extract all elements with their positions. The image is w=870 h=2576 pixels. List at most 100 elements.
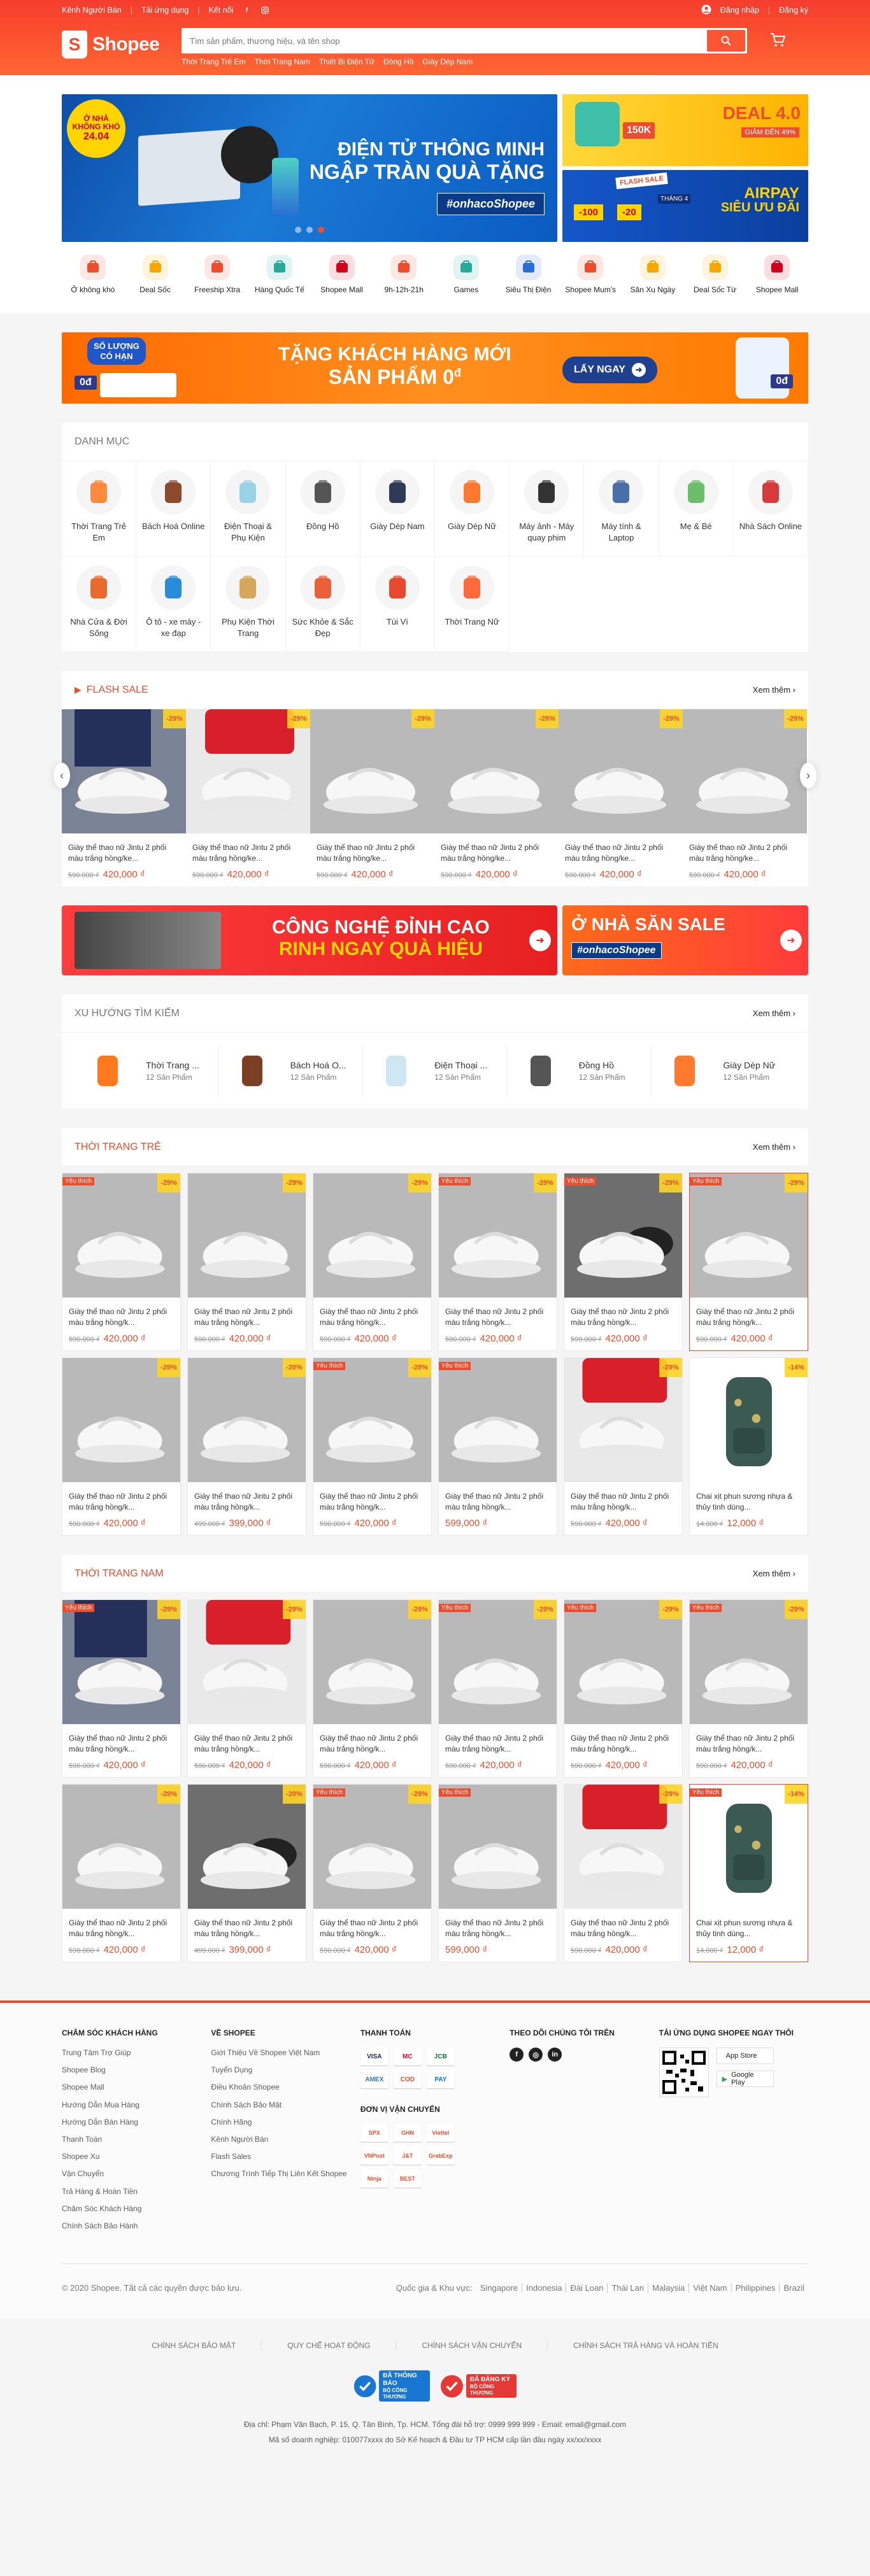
product-card[interactable]: -29% Giày thể thao nữ Jintu 2 phối màu tr…: [313, 1599, 432, 1778]
policy-link[interactable]: QUY CHẾ HOẠT ĐỘNG: [262, 2341, 397, 2351]
quicklink-item[interactable]: 9h-12h-21h: [373, 255, 435, 294]
product-card[interactable]: -29% Yêu thích Giày thể thao nữ Jintu 2 ph…: [438, 1173, 557, 1351]
product-card[interactable]: -29% Giày thể thao nữ Jintu 2 phối màu tr…: [187, 1173, 306, 1351]
google-play-button[interactable]: ▶ Google Play: [716, 2070, 774, 2087]
airpay-banner[interactable]: FLASH SALE -100 -20 THÁNG 4 AIRPAY SIÊU …: [562, 170, 808, 242]
quicklink-item[interactable]: Siêu Thị Điện: [497, 255, 560, 294]
women-see-all-link[interactable]: Xem thêm ›: [753, 1142, 795, 1152]
category-item[interactable]: Máy ảnh - Máy quay phim: [510, 461, 585, 556]
product-card[interactable]: -29% Giày thể thao nữ Jintu 2 phối màu tr…: [564, 1784, 683, 1962]
country-link[interactable]: Brazil: [780, 2283, 808, 2293]
product-card[interactable]: -29% Yêu thích Giày thể thao nữ Jintu 2 ph…: [62, 1599, 181, 1778]
product-card[interactable]: -29% Yêu thích Giày thể thao nữ Jintu 2 ph…: [564, 1173, 683, 1351]
footer-link[interactable]: Kênh Người Bán: [211, 2134, 351, 2144]
footer-link[interactable]: Hướng Dẫn Bán Hàng: [62, 2117, 202, 2127]
trend-item[interactable]: Giày Dép Nữ 12 Sản Phẩm: [652, 1045, 795, 1096]
app-store-button[interactable]: App Store: [716, 2048, 774, 2064]
quicklink-item[interactable]: Săn Xu Ngày: [622, 255, 684, 294]
footer-link[interactable]: Shopee Xu: [62, 2151, 202, 2162]
category-item[interactable]: Bách Hoá Online: [136, 461, 211, 556]
trend-item[interactable]: Đồng Hồ 12 Sản Phẩm: [508, 1045, 652, 1096]
product-card[interactable]: -29% Giày thể thao nữ Jintu 2 phối màu tr…: [62, 709, 186, 886]
product-card[interactable]: -14% Chai xịt phun sương nhựa & thủy tinh…: [689, 1357, 808, 1536]
instagram-icon[interactable]: [260, 6, 269, 15]
product-card[interactable]: -20% Giày thể thao nữ Jintu 2 phối màu tr…: [187, 1784, 306, 1962]
product-card[interactable]: Yêu thích Giày thể thao nữ Jintu 2 phối m…: [438, 1784, 557, 1962]
quicklink-item[interactable]: Shopee Mall: [746, 255, 808, 294]
product-card[interactable]: -29% Giày thể thao nữ Jintu 2 phối màu tr…: [559, 709, 683, 886]
shopee-logo[interactable]: S Shopee: [62, 31, 178, 59]
category-item[interactable]: Nhà Cửa & Đời Sống: [62, 556, 137, 652]
carousel-dot-active[interactable]: [318, 227, 324, 233]
hotword-link[interactable]: Thời Trang Nam: [255, 57, 310, 66]
product-card[interactable]: -29% Giày thể thao nữ Jintu 2 phối màu tr…: [683, 709, 807, 886]
product-card[interactable]: -29% Giày thể thao nữ Jintu 2 phối màu tr…: [564, 1357, 683, 1536]
category-item[interactable]: Sức Khỏe & Sắc Đẹp: [285, 556, 360, 652]
country-link[interactable]: Thái Lan: [608, 2283, 649, 2293]
product-card[interactable]: -29% Yêu thích Giày thể thao nữ Jintu 2 ph…: [438, 1599, 557, 1778]
footer-link[interactable]: Tuyển Dụng: [211, 2065, 351, 2075]
next-arrow-button[interactable]: ›: [800, 763, 817, 788]
category-item[interactable]: Giày Dép Nữ: [434, 461, 510, 556]
carousel-dot[interactable]: [295, 227, 301, 233]
login-link[interactable]: Đăng nhập: [720, 6, 759, 15]
product-card[interactable]: -29% Yêu thích Giày thể thao nữ Jintu 2 ph…: [313, 1784, 432, 1962]
footer-link[interactable]: Điều Khoản Shopee: [211, 2082, 351, 2092]
category-item[interactable]: Túi Ví: [360, 556, 435, 652]
category-item[interactable]: Mẹ & Bé: [659, 461, 734, 556]
policy-link[interactable]: CHÍNH SÁCH TRẢ HÀNG VÀ HOÀN TIỀN: [548, 2341, 744, 2350]
country-link[interactable]: Singapore: [476, 2283, 523, 2293]
product-card[interactable]: -29% Yêu thích Giày thể thao nữ Jintu 2 ph…: [689, 1173, 808, 1351]
footer-link[interactable]: Giới Thiệu Về Shopee Việt Nam: [211, 2048, 351, 2058]
country-link[interactable]: Philippines: [732, 2283, 780, 2293]
category-item[interactable]: Thời Trang Trẻ Em: [62, 461, 137, 556]
hotword-link[interactable]: Giày Dép Nam: [422, 57, 473, 66]
product-card[interactable]: -29% Yêu thích Giày thể thao nữ Jintu 2 ph…: [62, 1173, 181, 1351]
product-card[interactable]: -29% Yêu thích Giày thể thao nữ Jintu 2 ph…: [313, 1357, 432, 1536]
search-input[interactable]: [183, 30, 707, 52]
country-link[interactable]: Malaysia: [648, 2283, 690, 2293]
category-item[interactable]: Ô tô - xe máy - xe đạp: [136, 556, 211, 652]
register-link[interactable]: Đăng ký: [779, 6, 808, 15]
footer-link[interactable]: Hướng Dẫn Mua Hàng: [62, 2100, 202, 2110]
country-link[interactable]: Việt Nam: [689, 2283, 732, 2293]
cert-notified-badge[interactable]: ĐÃ THÔNG BÁO BỘ CÔNG THƯƠNG: [353, 2370, 430, 2402]
new-customer-promo-banner[interactable]: SỐ LƯỢNG CÓ HẠN 0đ TẶNG KHÁCH HÀNG MỚI S…: [62, 332, 808, 404]
prev-arrow-button[interactable]: ‹: [53, 763, 70, 788]
cart-button[interactable]: [747, 28, 808, 48]
facebook-icon[interactable]: f: [510, 2048, 524, 2062]
country-link[interactable]: Đài Loan: [566, 2283, 608, 2293]
footer-link[interactable]: Shopee Blog: [62, 2065, 202, 2075]
hotword-link[interactable]: Thiết Bị Điện Tử: [319, 57, 374, 66]
product-card[interactable]: -29% Giày thể thao nữ Jintu 2 phối màu tr…: [313, 1173, 432, 1351]
quicklink-item[interactable]: Deal Sốc: [124, 255, 187, 294]
category-item[interactable]: Đồng Hồ: [285, 461, 360, 556]
footer-link[interactable]: Shopee Mall: [62, 2082, 202, 2092]
product-card[interactable]: -14% Yêu thích Chai xịt phun sương nhựa & …: [689, 1784, 808, 1962]
country-link[interactable]: Indonesia: [522, 2283, 567, 2293]
footer-link[interactable]: Trung Tâm Trợ Giúp: [62, 2048, 202, 2058]
carousel-dot[interactable]: [306, 227, 313, 233]
product-card[interactable]: -29% Giày thể thao nữ Jintu 2 phối màu tr…: [62, 1357, 181, 1536]
hotword-link[interactable]: Đồng Hồ: [383, 57, 413, 66]
product-card[interactable]: -20% Giày thể thao nữ Jintu 2 phối màu tr…: [187, 1357, 306, 1536]
product-card[interactable]: -29% Giày thể thao nữ Jintu 2 phối màu tr…: [186, 709, 310, 886]
sale-promo-banner[interactable]: Ở NHÀ SĂN SALE #onhacoShopee ➜: [562, 905, 808, 975]
main-banner-carousel[interactable]: Ở NHÀ KHÔNG KHÓ 24.04 ĐIỆN TỬ THÔNG MINH…: [62, 94, 557, 242]
product-card[interactable]: -29% Giày thể thao nữ Jintu 2 phối màu tr…: [434, 709, 559, 886]
linkedin-icon[interactable]: in: [548, 2048, 562, 2062]
hotword-link[interactable]: Thời Trang Trẻ Em: [182, 57, 246, 66]
footer-link[interactable]: Chính Sách Bảo Hành: [62, 2221, 202, 2231]
category-item[interactable]: Giày Dép Nam: [360, 461, 435, 556]
policy-link[interactable]: CHÍNH SÁCH VẬN CHUYỂN: [396, 2341, 548, 2351]
quicklink-item[interactable]: Shopee Mum's: [559, 255, 622, 294]
footer-link[interactable]: Chăm Sóc Khách Hàng: [62, 2204, 202, 2214]
category-item[interactable]: Máy tính & Laptop: [584, 461, 659, 556]
quicklink-item[interactable]: Shopee Mall: [311, 255, 373, 294]
trend-item[interactable]: Điện Thoại ... 12 Sản Phẩm: [363, 1045, 508, 1096]
footer-link[interactable]: Chương Trình Tiếp Thị Liên Kết Shopee: [211, 2169, 351, 2179]
seller-link[interactable]: Kênh Người Bán: [62, 6, 122, 15]
deal-banner[interactable]: 150K DEAL 4.0 GIẢM ĐẾN 49%: [562, 94, 808, 166]
footer-link[interactable]: Vận Chuyển: [62, 2169, 202, 2179]
footer-link[interactable]: Trả Hàng & Hoàn Tiền: [62, 2186, 202, 2197]
